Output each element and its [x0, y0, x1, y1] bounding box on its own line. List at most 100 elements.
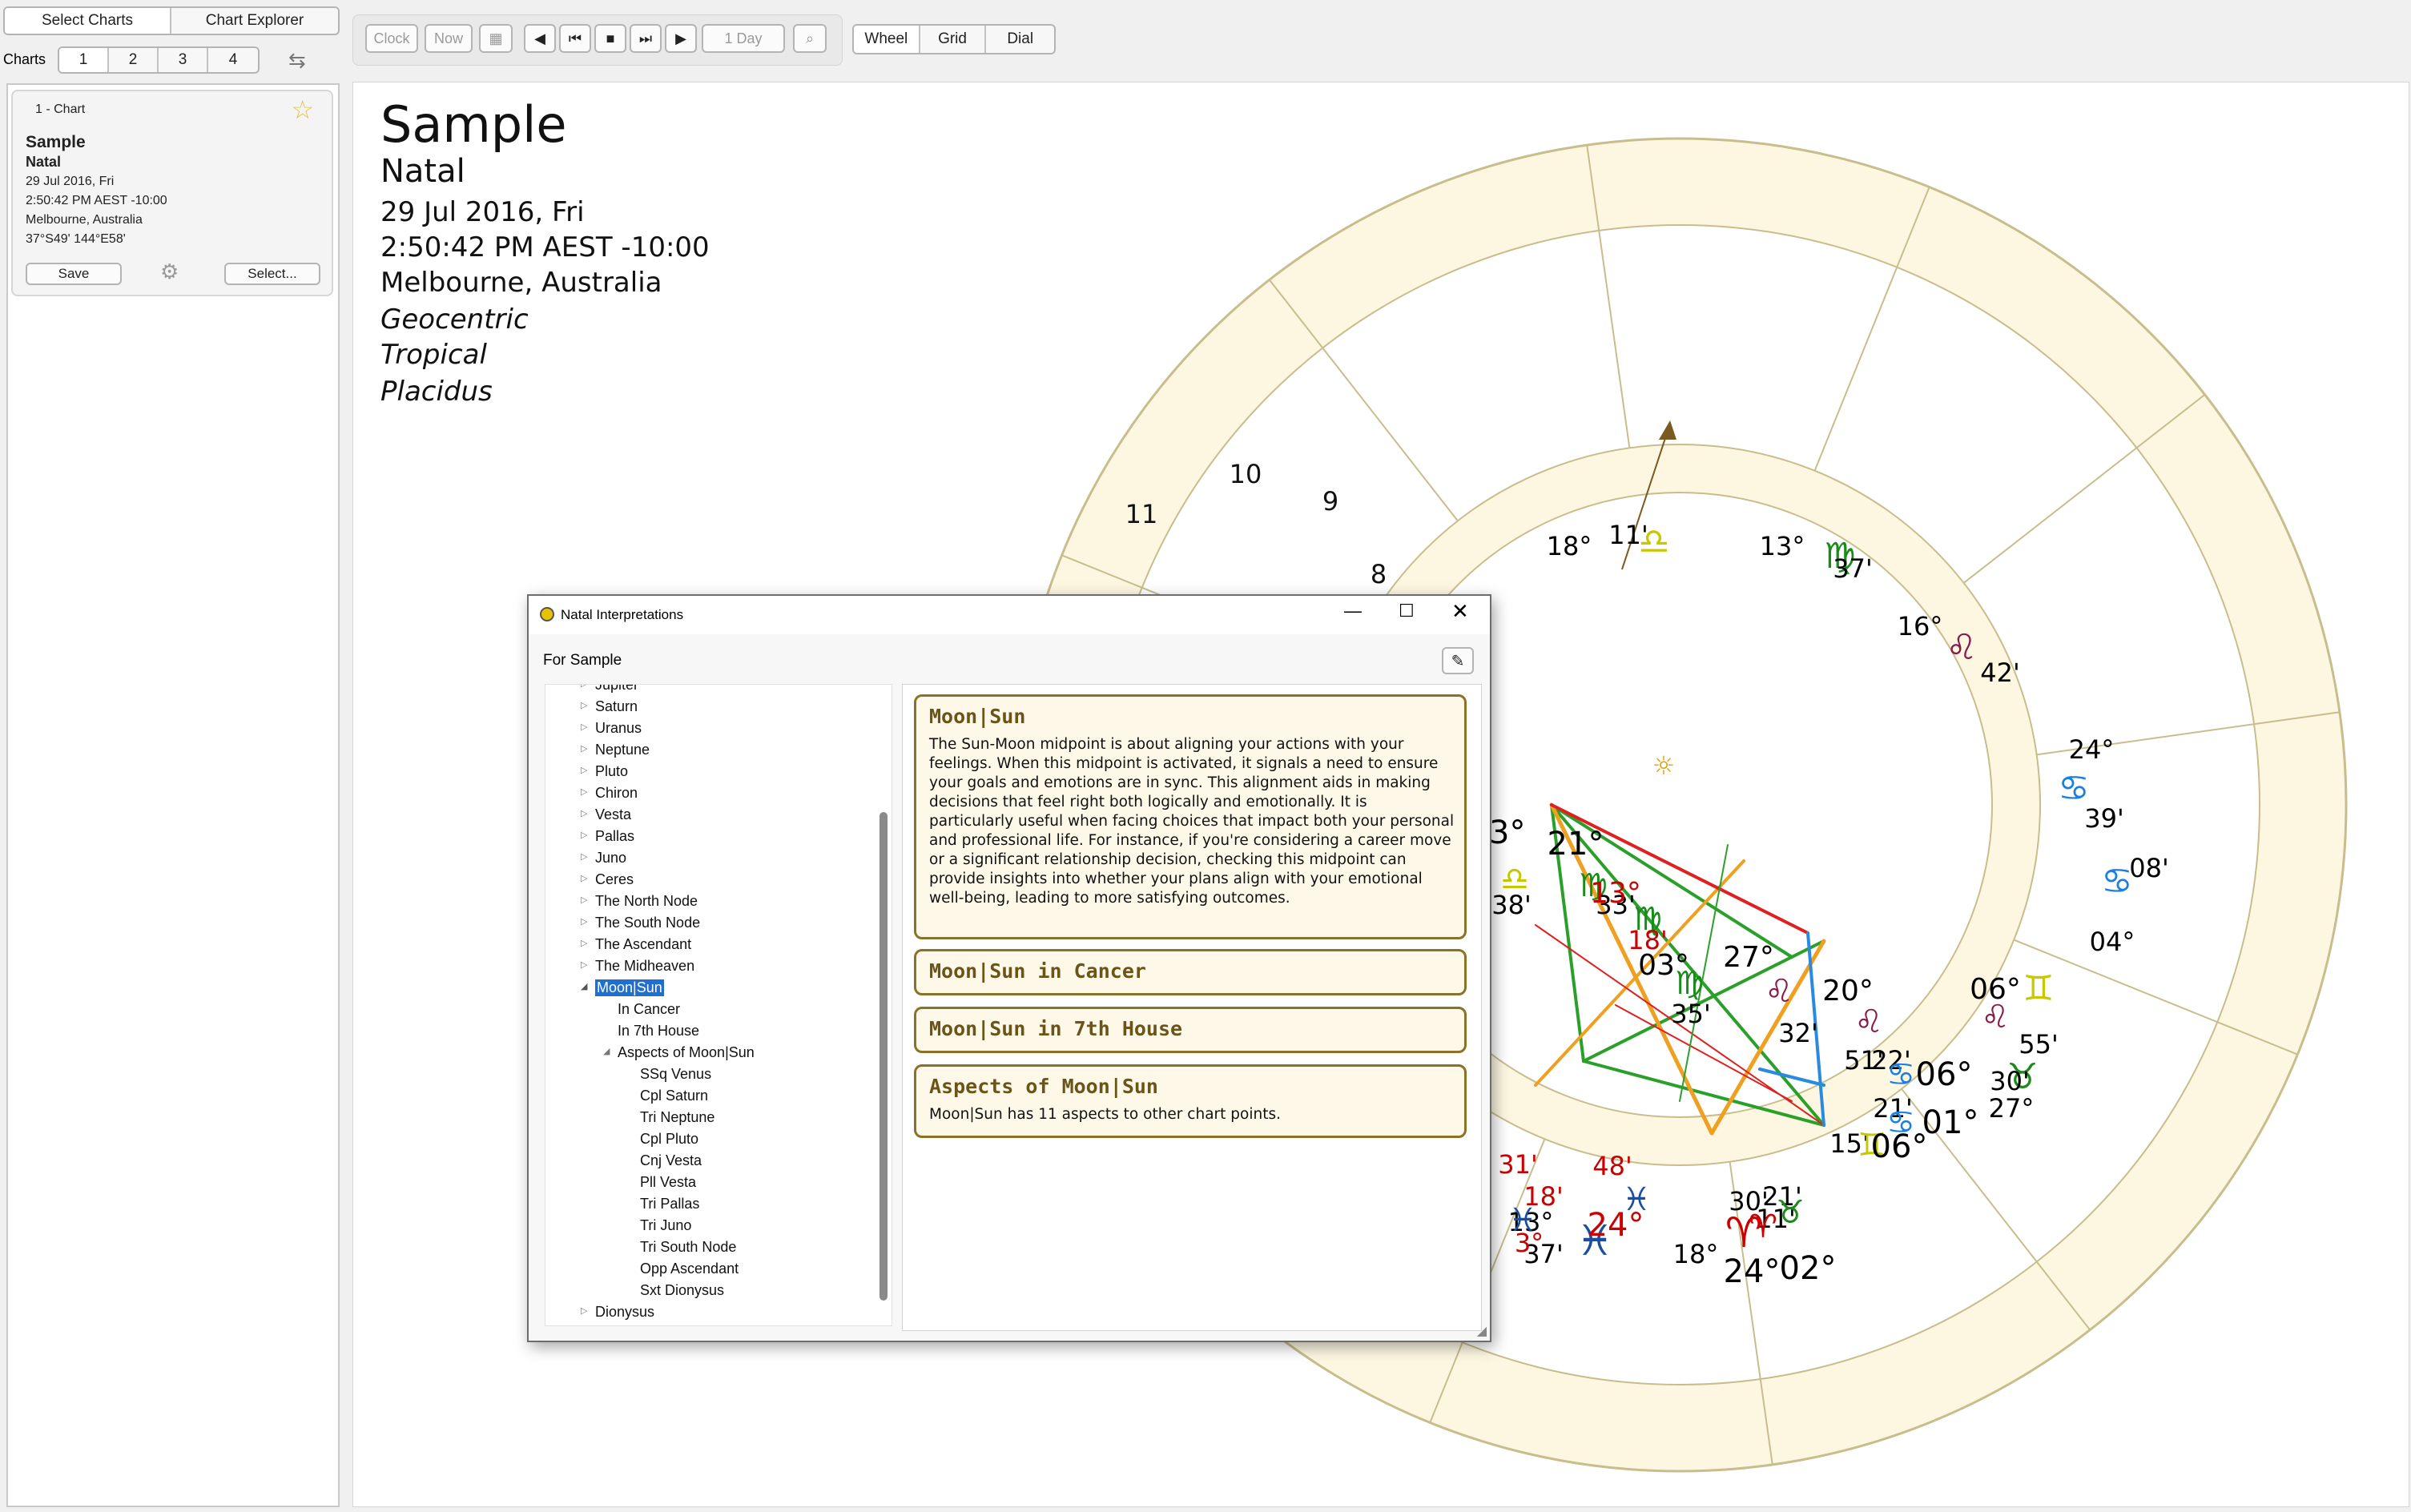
expand-arrow-icon[interactable]: ▷: [581, 765, 587, 775]
degree-label: 48': [1592, 1151, 1632, 1181]
shuffle-icon[interactable]: ⇆: [288, 48, 306, 73]
tree-aspect-item[interactable]: Cpl Saturn: [640, 1088, 708, 1104]
tree-subitem[interactable]: In Cancer: [618, 1001, 680, 1018]
view-dial[interactable]: Dial: [986, 26, 1054, 53]
interp-aspects-title: Aspects of Moon|Sun: [929, 1075, 1158, 1098]
interp-box-house[interactable]: Moon|Sun in 7th House: [914, 1007, 1467, 1053]
clock-button[interactable]: Clock: [365, 24, 418, 53]
tree-item[interactable]: Uranus ▷: [581, 720, 642, 737]
chart-slot-1[interactable]: 1: [59, 48, 110, 72]
expand-arrow-icon[interactable]: ▷: [581, 685, 587, 689]
tree-aspect-item[interactable]: SSq Venus: [640, 1066, 711, 1083]
tree-item[interactable]: Icarus▷: [595, 1325, 634, 1326]
view-grid[interactable]: Grid: [920, 26, 987, 53]
tree-item[interactable]: The Midheaven ▷: [581, 958, 694, 975]
tree-item[interactable]: The North Node ▷: [581, 893, 698, 910]
tree-item[interactable]: Neptune ▷: [581, 742, 650, 758]
zodiac-sign-icon: ♍: [1675, 965, 1704, 1002]
expand-arrow-icon[interactable]: ▷: [581, 743, 587, 754]
expand-arrow-icon[interactable]: ▷: [581, 959, 587, 970]
tree-item[interactable]: Jupiter ▷: [581, 685, 638, 694]
edit-pencil-icon[interactable]: ✎: [1442, 647, 1474, 674]
degree-label: 37': [1833, 553, 1873, 584]
minimize-icon[interactable]: —: [1344, 601, 1362, 621]
chart-slot-3[interactable]: 3: [159, 48, 209, 72]
tree-aspect-item[interactable]: Opp Ascendant: [640, 1261, 739, 1277]
search-icon[interactable]: ⌕: [793, 24, 827, 53]
resize-grip-icon[interactable]: ◢: [1477, 1323, 1487, 1339]
settings-icon[interactable]: ⚙: [160, 259, 179, 284]
tree-aspect-item[interactable]: Tri Neptune: [640, 1109, 714, 1126]
expand-arrow-icon[interactable]: ▷: [581, 830, 587, 840]
tree-subitem[interactable]: Aspects of Moon|Sun ◢: [603, 1044, 755, 1061]
expand-arrow-icon[interactable]: ◢: [581, 981, 587, 991]
tree-item[interactable]: Juno ▷: [581, 850, 626, 867]
tree-aspect-item[interactable]: Tri Pallas: [640, 1196, 699, 1212]
tree-item[interactable]: Pluto ▷: [581, 763, 628, 780]
expand-arrow-icon[interactable]: ▷: [581, 916, 587, 927]
tree-aspect-item[interactable]: Cnj Vesta: [640, 1152, 702, 1169]
tree-subitem[interactable]: In 7th House: [618, 1023, 699, 1040]
interp-house-title: Moon|Sun in 7th House: [929, 1017, 1183, 1040]
tree-item[interactable]: Chiron ▷: [581, 785, 638, 802]
tree-aspect-item[interactable]: Pll Vesta: [640, 1174, 696, 1191]
degree-label: 13°: [1760, 531, 1805, 561]
card-header: 1 - Chart: [35, 103, 86, 116]
tab-chart-explorer[interactable]: Chart Explorer: [171, 8, 338, 34]
interp-cancer-title: Moon|Sun in Cancer: [929, 959, 1146, 983]
degree-label: 55': [2019, 1029, 2059, 1060]
tree-aspect-item[interactable]: Tri Juno: [640, 1217, 691, 1234]
tree-aspect-item[interactable]: Sxt Dionysus: [640, 1282, 724, 1299]
step-back-icon[interactable]: ◀: [524, 24, 556, 53]
now-button[interactable]: Now: [425, 24, 473, 53]
expand-arrow-icon[interactable]: ▷: [581, 808, 587, 818]
stop-icon[interactable]: ■: [594, 24, 626, 53]
tree-item-selected[interactable]: Moon|Sun ◢: [581, 979, 664, 996]
zodiac-sign-icon: ♌: [1765, 973, 1793, 1010]
tab-select-charts[interactable]: Select Charts: [5, 8, 172, 34]
skip-forward-icon[interactable]: ⏭: [630, 24, 662, 53]
close-icon[interactable]: ✕: [1451, 599, 1469, 624]
dialog-subtitle: For Sample: [543, 652, 622, 669]
interp-box-aspects[interactable]: Aspects of Moon|Sun Moon|Sun has 11 aspe…: [914, 1064, 1467, 1138]
degree-label: 20°: [1822, 975, 1874, 1007]
skip-back-icon[interactable]: ⏮: [559, 24, 591, 53]
step-size-select[interactable]: 1 Day: [702, 24, 785, 53]
expand-arrow-icon[interactable]: ◢: [603, 1046, 610, 1056]
select-chart-button[interactable]: Select...: [224, 263, 320, 285]
tree-item[interactable]: Ceres ▷: [581, 871, 634, 888]
tree-item[interactable]: Vesta ▷: [581, 806, 631, 823]
save-button[interactable]: Save: [26, 263, 122, 285]
view-wheel[interactable]: Wheel: [854, 26, 920, 53]
chart-slot-2[interactable]: 2: [109, 48, 159, 72]
zodiac-sign-icon: ♌: [1854, 1003, 1883, 1040]
expand-arrow-icon[interactable]: ▷: [581, 700, 587, 710]
step-forward-icon[interactable]: ▶: [665, 24, 697, 53]
chart-slot-4[interactable]: 4: [208, 48, 258, 72]
zodiac-sign-icon: ♌: [1946, 627, 1977, 668]
expand-arrow-icon[interactable]: ▷: [581, 895, 587, 905]
favorite-star-icon[interactable]: ☆: [291, 94, 314, 125]
interp-box-cancer[interactable]: Moon|Sun in Cancer: [914, 949, 1467, 995]
expand-arrow-icon[interactable]: ▷: [581, 873, 587, 883]
expand-arrow-icon[interactable]: ▷: [581, 938, 587, 948]
maximize-icon[interactable]: ☐: [1399, 601, 1415, 621]
tree-item[interactable]: Saturn ▷: [581, 698, 638, 715]
tree-item[interactable]: Pallas ▷: [581, 828, 634, 845]
tree-scrollbar[interactable]: [879, 812, 888, 1301]
expand-arrow-icon[interactable]: ▷: [581, 786, 587, 797]
degree-label: 08': [2129, 853, 2169, 883]
calendar-icon[interactable]: ▦: [479, 24, 513, 53]
tree-aspect-item[interactable]: Tri South Node: [640, 1239, 736, 1256]
tree-item[interactable]: The Ascendant ▷: [581, 936, 691, 953]
tree-item[interactable]: The South Node ▷: [581, 915, 700, 931]
zodiac-sign-icon: ♋: [2101, 861, 2132, 902]
chart-card[interactable]: 1 - Chart ☆ Sample Natal 29 Jul 2016, Fr…: [11, 90, 333, 296]
interpretations-dialog: Natal Interpretations — ☐ ✕ For Sample ✎…: [527, 594, 1491, 1342]
expand-arrow-icon[interactable]: ▷: [581, 851, 587, 862]
expand-arrow-icon[interactable]: ▷: [581, 722, 587, 732]
tree-item[interactable]: Dionysus ▷: [581, 1304, 654, 1321]
tree-aspect-item[interactable]: Cpl Pluto: [640, 1131, 698, 1148]
expand-arrow-icon[interactable]: ▷: [581, 1305, 587, 1316]
dialog-title: Natal Interpretations: [561, 607, 684, 622]
